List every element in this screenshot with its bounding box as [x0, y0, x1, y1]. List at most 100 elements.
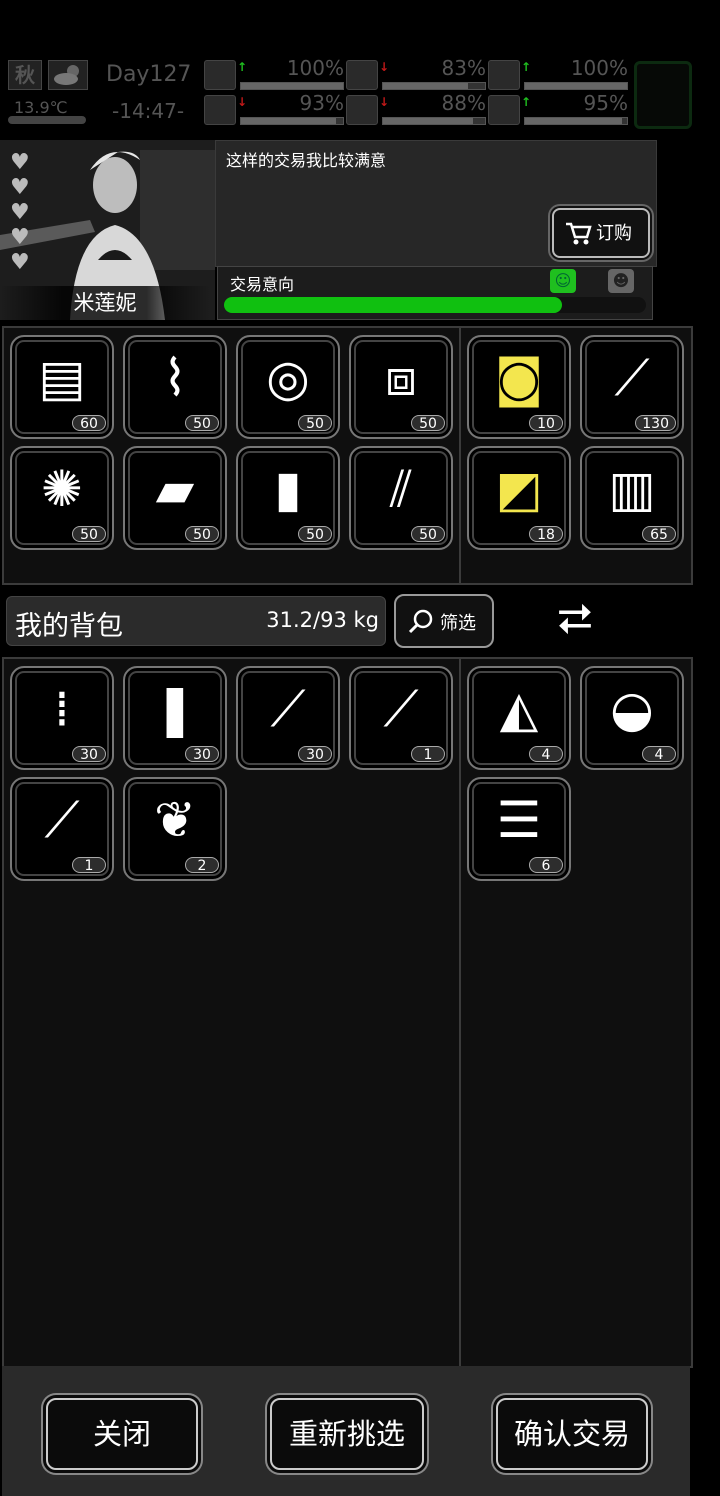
item-count: 30 [185, 746, 219, 763]
status-meter-value: 100% [570, 56, 628, 80]
swap-arrows-icon[interactable]: ⮂ [548, 590, 602, 650]
status-meter-value: 93% [299, 91, 344, 115]
shovel-icon: ⟋ [383, 680, 419, 738]
day-counter: Day127 [106, 62, 192, 87]
fuel-barrel-icon: ▥ [608, 460, 656, 518]
item-slot[interactable]: ▰ 50 [123, 446, 227, 550]
my-offer-panel: ◭ 4 ◒ 4 ☰ 6 [459, 657, 693, 1368]
confirm-trade-button[interactable]: 确认交易 [496, 1398, 648, 1470]
first-aid-icon [204, 60, 236, 90]
fabric-icon: ◩ [495, 460, 543, 518]
status-meter-bar [524, 117, 628, 125]
item-count: 50 [185, 415, 219, 432]
status-meter: ↓ 83% [346, 56, 486, 90]
item-slot[interactable]: ⫽ 50 [349, 446, 453, 550]
npc-favor-hearts: ♥ ♥ ♥ ♥ ♥ [10, 150, 40, 275]
log-icon: ◎ [266, 349, 310, 407]
pistol-ammo-icon: ❚ [154, 680, 196, 738]
backpack-header: 我的背包 31.2/93 kg [6, 596, 386, 646]
status-meter-value: 95% [583, 91, 628, 115]
whetstone-icon: ▰ [155, 460, 195, 518]
favor-heart-icon: ♥ [10, 200, 30, 225]
item-count: 18 [529, 526, 563, 543]
item-count: 1 [72, 857, 106, 874]
item-count: 4 [529, 746, 563, 763]
item-slot[interactable]: ⟋ 30 [236, 666, 340, 770]
status-meter: ↑ 100% [488, 56, 628, 90]
filter-button[interactable]: 筛选 [394, 594, 494, 648]
backpack-title: 我的背包 [15, 611, 123, 642]
reselect-button[interactable]: 重新挑选 [270, 1398, 424, 1470]
trend-up-arrow-icon: ↑ [521, 60, 532, 74]
order-button[interactable]: 订购 [552, 208, 650, 258]
sandwich-icon: ☰ [496, 791, 542, 849]
item-slot[interactable]: ❚ 30 [123, 666, 227, 770]
trade-intent-bar [224, 297, 646, 313]
item-count: 30 [72, 746, 106, 763]
item-count: 6 [529, 857, 563, 874]
item-slot[interactable]: ◙ 10 [467, 335, 571, 439]
status-meter-bar [382, 117, 486, 125]
item-slot[interactable]: ▮ 50 [236, 446, 340, 550]
rifle-ammo-icon: ⁞ [54, 680, 70, 738]
item-slot[interactable]: ◭ 4 [467, 666, 571, 770]
favor-heart-icon: ♥ [10, 250, 30, 275]
magnifier-icon [408, 609, 433, 634]
item-count: 4 [642, 746, 676, 763]
season-indicator: 秋 [8, 60, 42, 90]
trader-goods-panel: ▤ 60 ⌇ 50 ◎ 50 ⧈ 50 ✺ 50 ▰ 50 ▮ 50 ⫽ 50 [2, 326, 461, 585]
minimap-slot[interactable] [634, 61, 692, 129]
item-slot[interactable]: ⧈ 50 [349, 335, 453, 439]
item-count: 50 [298, 415, 332, 432]
stomach-icon [346, 60, 378, 90]
cloth-icon: ▤ [38, 349, 86, 407]
item-slot[interactable]: ▤ 60 [10, 335, 114, 439]
item-slot[interactable]: ☰ 6 [467, 777, 571, 881]
spool-icon: ◙ [494, 349, 544, 407]
item-slot[interactable]: ⟋ 130 [580, 335, 684, 439]
item-count: 50 [411, 415, 445, 432]
npc-name: 米莲妮 [0, 286, 210, 320]
horn-icon: ❦ [154, 791, 196, 849]
trend-up-arrow-icon: ↑ [521, 95, 532, 109]
water-drop-icon [346, 95, 378, 125]
item-count: 10 [529, 415, 563, 432]
item-slot[interactable]: ❦ 2 [123, 777, 227, 881]
item-count: 50 [411, 526, 445, 543]
item-slot[interactable]: ◒ 4 [580, 666, 684, 770]
salad-bowl-icon: ◒ [610, 680, 654, 738]
status-meter: ↑ 95% [488, 91, 628, 125]
grin-face-icon: ☻ [608, 269, 634, 293]
status-meter: ↓ 93% [204, 91, 344, 125]
item-slot[interactable]: ✺ 50 [10, 446, 114, 550]
item-slot[interactable]: ⟋ 1 [10, 777, 114, 881]
shopping-cart-icon [566, 222, 592, 245]
cotton-icon: ✺ [41, 460, 83, 518]
status-meter: ↓ 88% [346, 91, 486, 125]
trend-up-arrow-icon: ↑ [237, 60, 248, 74]
item-slot[interactable]: ⌇ 50 [123, 335, 227, 439]
axe-icon: ⟋ [44, 791, 80, 849]
status-meter-value: 83% [441, 56, 486, 80]
status-meter: ↑ 100% [204, 56, 344, 90]
filter-button-label: 筛选 [440, 613, 476, 634]
status-meter-bar [382, 82, 486, 90]
status-meter-value: 88% [441, 91, 486, 115]
weather-cloudy-icon [48, 60, 88, 90]
pill-icon [488, 60, 520, 90]
item-slot[interactable]: ◩ 18 [467, 446, 571, 550]
item-count: 130 [635, 415, 676, 432]
item-slot[interactable]: ⟋ 1 [349, 666, 453, 770]
item-slot[interactable]: ◎ 50 [236, 335, 340, 439]
item-count: 1 [411, 746, 445, 763]
leg-icon [204, 95, 236, 125]
item-slot[interactable]: ▥ 65 [580, 446, 684, 550]
status-meter-bar [240, 117, 344, 125]
item-slot[interactable]: ⁞ 30 [10, 666, 114, 770]
game-clock: -14:47- [112, 99, 185, 123]
pizza-icon: ◭ [499, 680, 539, 738]
status-meter-bar [524, 82, 628, 90]
scrap-metal-icon: ⌇ [162, 349, 188, 407]
close-button[interactable]: 关闭 [46, 1398, 198, 1470]
sniper-ammo-icon: ⟋ [270, 680, 306, 738]
